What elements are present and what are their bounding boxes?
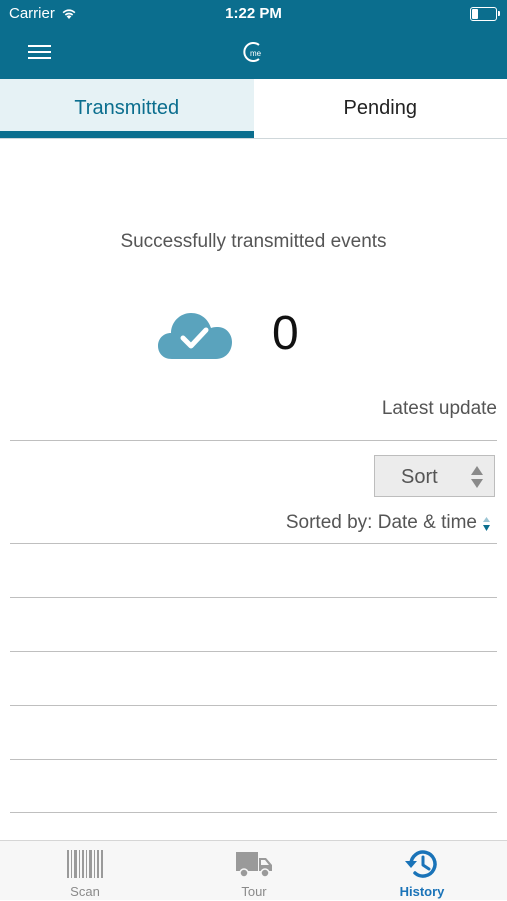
tab-pending[interactable]: Pending <box>254 79 507 138</box>
tab-transmitted[interactable]: Transmitted <box>0 79 254 138</box>
sort-button-label: Sort <box>401 466 438 489</box>
tab-bar: Transmitted Pending <box>0 79 507 139</box>
cloud-check-icon <box>158 309 232 361</box>
status-bar: Carrier 1:22 PM <box>0 0 507 28</box>
sorted-by-label: Sorted by: Date & time <box>286 512 477 534</box>
bottom-nav: Scan Tour History <box>0 840 507 900</box>
nav-scan[interactable]: Scan <box>25 841 145 901</box>
nav-tour[interactable]: Tour <box>194 841 314 901</box>
app-logo-icon: me <box>242 41 264 63</box>
sort-arrows-icon <box>470 465 484 489</box>
battery-icon <box>470 7 497 21</box>
list-divider <box>10 543 497 544</box>
nav-history[interactable]: History <box>362 841 482 901</box>
barcode-icon <box>66 848 104 880</box>
hamburger-menu-icon[interactable] <box>28 43 52 61</box>
svg-text:me: me <box>250 49 262 58</box>
sort-direction-icon[interactable] <box>482 516 491 532</box>
latest-update-label: Latest update <box>382 398 497 420</box>
nav-history-label: History <box>362 884 482 899</box>
list-divider <box>10 759 497 760</box>
list-divider <box>10 651 497 652</box>
truck-icon <box>235 848 273 880</box>
transmitted-events-title: Successfully transmitted events <box>0 231 507 253</box>
nav-tour-label: Tour <box>194 884 314 899</box>
list-divider <box>10 705 497 706</box>
status-time: 1:22 PM <box>0 5 507 22</box>
transmitted-count: 0 <box>272 306 299 361</box>
list-divider <box>10 597 497 598</box>
sort-button[interactable]: Sort <box>374 455 495 497</box>
history-icon <box>403 848 441 880</box>
divider <box>10 440 497 441</box>
app-header: Carrier 1:22 PM me <box>0 0 507 79</box>
list-divider <box>10 812 497 813</box>
nav-scan-label: Scan <box>25 884 145 899</box>
